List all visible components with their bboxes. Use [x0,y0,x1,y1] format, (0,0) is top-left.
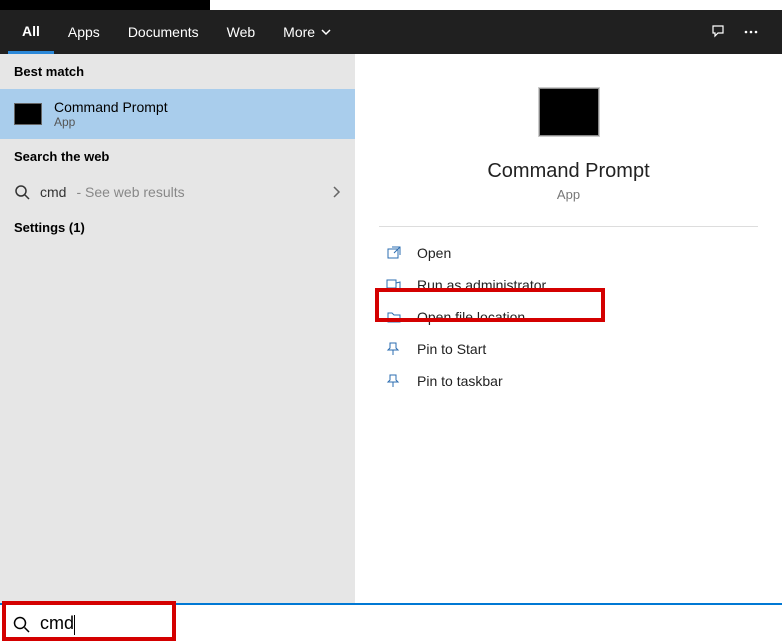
action-open[interactable]: Open [379,237,758,269]
pin-icon [385,341,403,357]
settings-group[interactable]: Settings (1) [0,210,355,245]
action-pin-to-taskbar[interactable]: Pin to taskbar [379,365,758,397]
results-panel: Best match Command Prompt App Search the… [0,54,355,603]
search-icon [12,615,30,633]
more-options-icon[interactable] [742,23,774,41]
web-result-term: cmd [40,184,66,200]
search-input[interactable]: cmd [40,613,75,634]
tab-documents[interactable]: Documents [114,10,213,54]
web-result-row[interactable]: cmd - See web results [0,174,355,210]
search-icon [14,184,30,200]
best-match-label: Best match [0,54,355,89]
search-filter-tabs: All Apps Documents Web More [0,10,782,54]
search-web-label: Search the web [0,139,355,174]
action-run-as-administrator[interactable]: Run as administrator [379,269,758,301]
preview-subtitle: App [557,187,580,202]
action-open-file-location[interactable]: Open file location [379,301,758,333]
preview-title: Command Prompt [487,160,649,183]
open-icon [385,245,403,261]
tab-more[interactable]: More [269,10,345,54]
tab-apps[interactable]: Apps [54,10,114,54]
command-prompt-icon [539,88,599,136]
command-prompt-icon [14,103,42,125]
chevron-right-icon [331,186,341,198]
chevron-down-icon [321,27,331,37]
best-match-title: Command Prompt [54,99,168,115]
search-bar: cmd [0,603,782,643]
preview-panel: Command Prompt App Open Run as administr… [355,54,782,603]
best-match-result[interactable]: Command Prompt App [0,89,355,139]
web-result-suffix: - See web results [76,184,184,200]
pin-icon [385,373,403,389]
tab-all[interactable]: All [8,10,54,54]
divider [379,226,758,227]
folder-icon [385,309,403,325]
feedback-icon[interactable] [710,23,742,41]
action-pin-to-start[interactable]: Pin to Start [379,333,758,365]
tab-web[interactable]: Web [213,10,270,54]
shield-icon [385,277,403,293]
best-match-subtitle: App [54,115,168,129]
